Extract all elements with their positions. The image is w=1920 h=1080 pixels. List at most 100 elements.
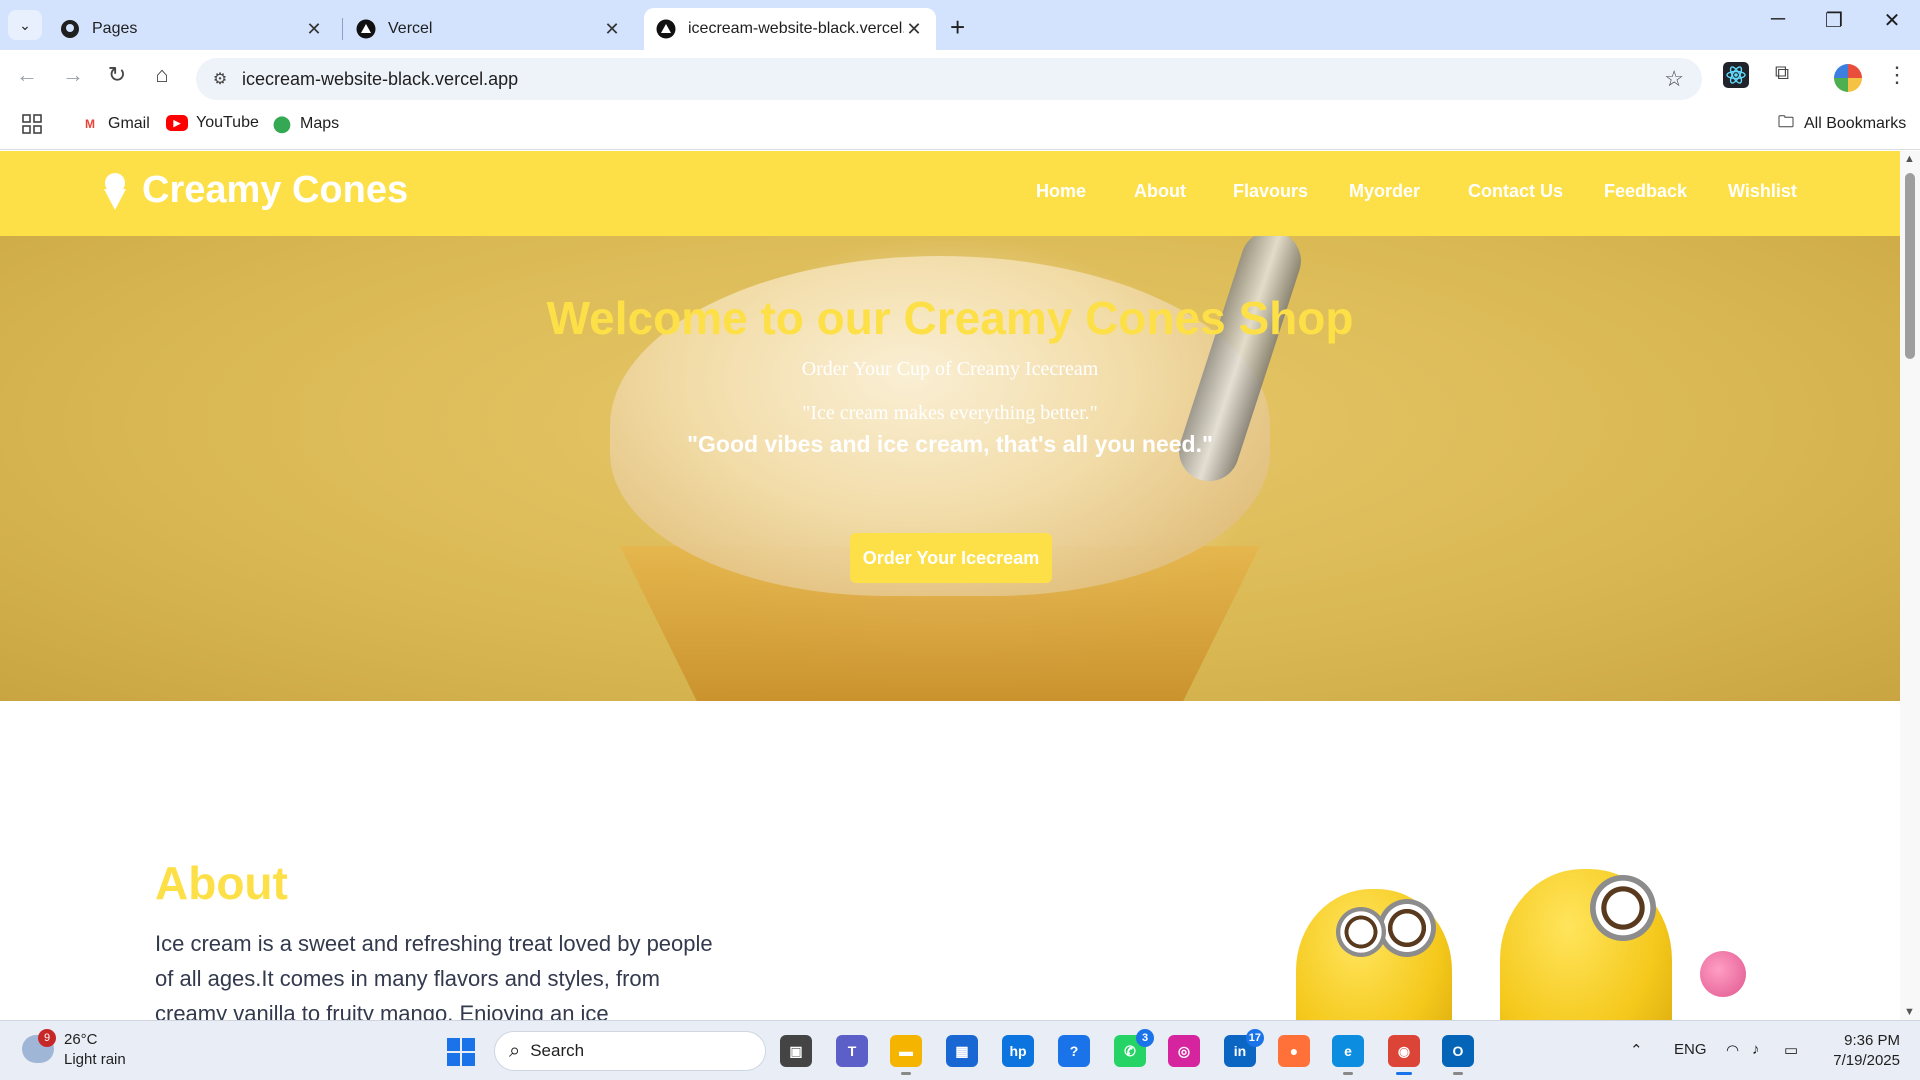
bookmark-label: Maps xyxy=(300,115,340,132)
weather-temp[interactable]: 26°C xyxy=(64,1031,98,1048)
close-icon[interactable]: ✕ xyxy=(904,19,924,40)
reload-icon: ↻ xyxy=(107,62,127,87)
bookmark-label: Gmail xyxy=(108,115,150,132)
about-title: About xyxy=(155,857,288,909)
hero-quote: "Good vibes and ice cream, that's all yo… xyxy=(687,431,1213,457)
chevron-down-icon: ⌄ xyxy=(19,16,31,33)
bookmark-maps[interactable]: ⬤ Maps xyxy=(272,114,339,134)
restore-icon: ❐ xyxy=(1825,10,1843,32)
tab-search-button[interactable]: ⌄ xyxy=(8,10,42,40)
site-settings-icon[interactable]: ⚙ xyxy=(206,69,234,89)
help-icon[interactable]: ? xyxy=(1058,1035,1090,1067)
start-button[interactable] xyxy=(447,1038,475,1066)
minimize-icon: ─ xyxy=(1770,8,1786,30)
edge-icon[interactable]: e xyxy=(1332,1035,1364,1075)
all-bookmarks[interactable]: 🗀 All Bookmarks xyxy=(1776,114,1906,134)
linkedin-icon[interactable]: in 17 xyxy=(1224,1029,1264,1067)
apps-icon[interactable] xyxy=(22,114,42,134)
chrome-icon[interactable]: ◉ xyxy=(1388,1035,1420,1075)
running-indicator xyxy=(1343,1072,1353,1075)
bookmark-youtube[interactable]: ▶ YouTube xyxy=(166,114,259,132)
hero-section: Welcome to our Creamy Cones Shop Order Y… xyxy=(0,236,1900,701)
outlook-icon[interactable]: O xyxy=(1442,1035,1474,1075)
hero-quote: "Ice cream makes everything better." xyxy=(802,402,1098,424)
address-bar[interactable]: ⚙ icecream-website-black.vercel.app ☆ xyxy=(196,58,1702,100)
scroll-down-icon[interactable]: ▼ xyxy=(1904,1006,1915,1018)
clock-time: 9:36 PM xyxy=(1844,1032,1900,1049)
weather-desc[interactable]: Light rain xyxy=(64,1051,126,1068)
tab-title: Vercel xyxy=(388,20,433,37)
page-scrollbar[interactable]: ▲ ▼ xyxy=(1900,151,1920,1020)
tab-pages[interactable]: Pages ✕ xyxy=(48,8,336,50)
gmail-icon: M xyxy=(85,117,95,131)
plus-icon: + xyxy=(950,12,966,42)
instagram-icon[interactable]: ◎ xyxy=(1168,1035,1200,1067)
firefox-icon[interactable]: ● xyxy=(1278,1035,1310,1067)
reload-button[interactable]: ↻ xyxy=(102,62,132,88)
bookmark-star-icon[interactable]: ☆ xyxy=(1664,66,1684,92)
nav-feedback[interactable]: Feedback xyxy=(1604,181,1687,202)
ms-store-icon[interactable]: ▦ xyxy=(946,1035,978,1067)
search-icon: ⌕ xyxy=(509,1039,521,1062)
close-icon[interactable]: ✕ xyxy=(602,19,622,40)
notification-badge: 3 xyxy=(1136,1029,1154,1047)
site-brand[interactable]: Creamy Cones xyxy=(100,169,408,212)
file-explorer-icon[interactable]: ▬ xyxy=(890,1035,922,1075)
chevron-up-icon[interactable]: ⌃ xyxy=(1630,1041,1643,1059)
restore-button[interactable]: ❐ xyxy=(1814,8,1854,33)
arrow-left-icon: ← xyxy=(16,62,38,87)
home-button[interactable]: ⌂ xyxy=(147,62,177,88)
profile-avatar[interactable] xyxy=(1834,64,1862,92)
close-icon: ✕ xyxy=(1883,10,1901,32)
taskbar-search[interactable]: ⌕ Search xyxy=(494,1031,766,1071)
volume-icon[interactable]: ♪ xyxy=(1752,1041,1760,1058)
nav-home[interactable]: Home xyxy=(1036,181,1086,202)
home-icon: ⌂ xyxy=(155,62,169,87)
notification-badge: 17 xyxy=(1245,1029,1264,1047)
close-window-button[interactable]: ✕ xyxy=(1872,8,1912,33)
search-placeholder: Search xyxy=(530,1041,585,1060)
url-text: icecream-website-black.vercel.app xyxy=(242,68,519,89)
language-indicator[interactable]: ENG xyxy=(1674,1041,1707,1058)
close-icon[interactable]: ✕ xyxy=(304,19,324,40)
extensions-icon[interactable]: ⧉ xyxy=(1768,62,1796,90)
forward-button[interactable]: → xyxy=(58,62,88,88)
windows-taskbar: 9 26°C Light rain ⌕ Search ▣ T ▬ ▦ hp ? … xyxy=(0,1020,1920,1080)
brand-name: Creamy Cones xyxy=(142,169,409,211)
running-indicator xyxy=(1453,1072,1463,1075)
wifi-icon[interactable]: ◠ xyxy=(1726,1041,1739,1059)
minimize-button[interactable]: ─ xyxy=(1758,8,1798,31)
bookmark-label: YouTube xyxy=(196,114,259,131)
tab-title: Pages xyxy=(92,20,138,37)
bookmark-gmail[interactable]: M Gmail xyxy=(80,114,150,134)
youtube-icon: ▶ xyxy=(166,115,188,131)
all-bookmarks-label: All Bookmarks xyxy=(1804,115,1907,132)
folder-icon: 🗀 xyxy=(1777,113,1794,131)
site-navbar: Creamy Cones Home About Flavours Myorder… xyxy=(0,151,1900,236)
back-button[interactable]: ← xyxy=(12,62,42,88)
scroll-thumb[interactable] xyxy=(1905,173,1915,359)
maps-icon: ⬤ xyxy=(273,116,291,133)
scroll-up-icon[interactable]: ▲ xyxy=(1904,153,1915,165)
new-tab-button[interactable]: + xyxy=(950,12,965,43)
battery-icon[interactable]: ▭ xyxy=(1784,1041,1798,1059)
arrow-right-icon: → xyxy=(62,62,84,87)
nav-wishlist[interactable]: Wishlist xyxy=(1728,181,1797,202)
nav-flavours[interactable]: Flavours xyxy=(1233,181,1308,202)
nav-myorder[interactable]: Myorder xyxy=(1349,181,1420,202)
teams-icon[interactable]: T xyxy=(836,1035,868,1067)
tab-icecream[interactable]: icecream-website-black.vercel.a ✕ xyxy=(644,8,936,50)
order-icecream-button[interactable]: Order Your Icecream xyxy=(850,533,1052,583)
browser-menu-icon[interactable]: ⋮ xyxy=(1886,62,1908,88)
react-devtools-icon[interactable] xyxy=(1722,62,1750,90)
hero-title: Welcome to our Creamy Cones Shop xyxy=(546,292,1354,344)
whatsapp-icon[interactable]: ✆ 3 xyxy=(1114,1029,1154,1067)
about-text: Ice cream is a sweet and refreshing trea… xyxy=(155,931,713,1020)
tab-separator xyxy=(342,18,343,40)
nav-contact-us[interactable]: Contact Us xyxy=(1468,181,1563,202)
task-view-icon[interactable]: ▣ xyxy=(780,1035,812,1067)
nav-about[interactable]: About xyxy=(1134,181,1186,202)
tab-vercel[interactable]: Vercel ✕ xyxy=(344,8,634,50)
myhp-icon[interactable]: hp xyxy=(1002,1035,1034,1067)
taskbar-clock[interactable]: 9:36 PM 7/19/2025 xyxy=(1820,1031,1900,1071)
